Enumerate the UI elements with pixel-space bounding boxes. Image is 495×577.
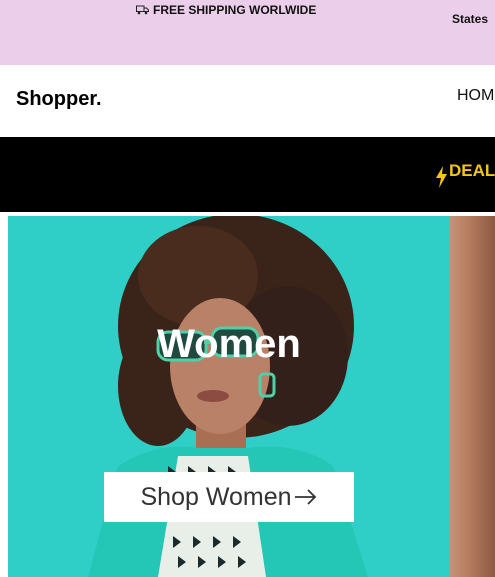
arrow-right-icon — [294, 489, 316, 505]
shop-women-label: Shop Women — [140, 482, 292, 511]
deals-text[interactable]: DEAL — [449, 161, 495, 181]
deals-banner: DEAL — [0, 137, 495, 212]
model-photo — [88, 216, 368, 577]
shipping-text: FREE SHIPPING WORLWIDE — [153, 3, 317, 17]
hero-women[interactable]: Women Shop Women — [8, 216, 450, 577]
site-logo[interactable]: Shopper. — [16, 88, 102, 111]
main-navbar: Shopper. HOM — [0, 65, 495, 137]
shipping-notice: FREE SHIPPING WORLWIDE — [136, 3, 316, 17]
truck-icon — [136, 5, 149, 15]
hero-title: Women — [157, 322, 301, 366]
nav-item-home[interactable]: HOM — [457, 87, 494, 105]
lightning-icon — [436, 166, 447, 188]
hero-secondary[interactable] — [450, 216, 495, 577]
region-selector[interactable]: States — [452, 12, 488, 26]
announcement-bar: FREE SHIPPING WORLWIDE States — [0, 0, 495, 65]
shop-women-button[interactable]: Shop Women — [104, 472, 354, 522]
